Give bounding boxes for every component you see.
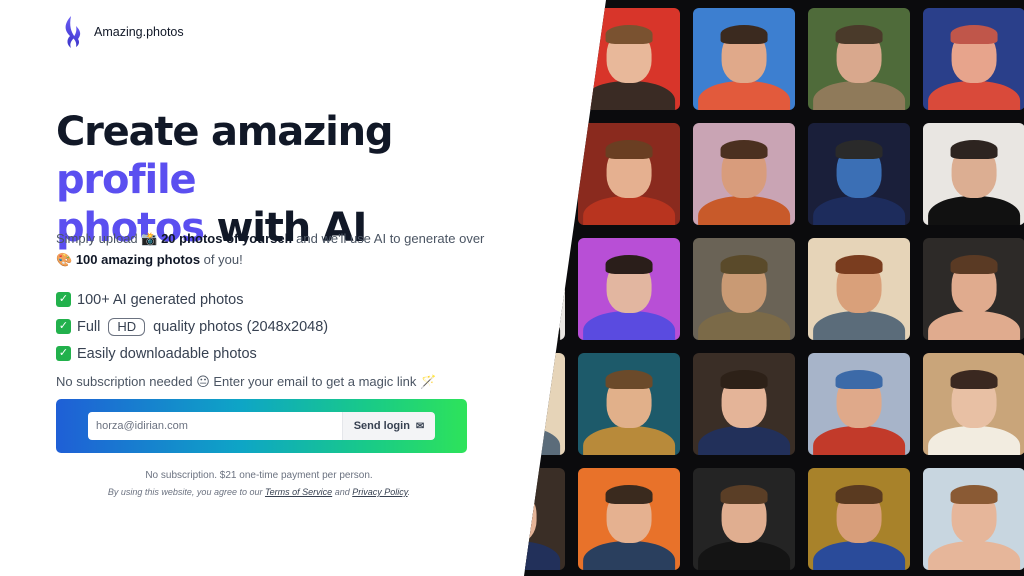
- gallery-photo: [524, 238, 565, 340]
- intro-text-3: 🎨: [56, 251, 76, 267]
- check-mark-icon: ✓: [56, 319, 71, 334]
- flame-icon: [65, 16, 81, 48]
- feature-label: Full: [77, 318, 101, 335]
- gallery-photo: [808, 353, 910, 455]
- feature-label: quality photos (2048x2048): [153, 318, 329, 335]
- mail-icon: ✉: [415, 420, 425, 432]
- feature-list: ✓ 100+ AI generated photos ✓ Full HD qua…: [56, 286, 328, 367]
- headline-text-1: Create amazing: [56, 109, 394, 155]
- legal-text: and: [332, 487, 353, 497]
- terms-link[interactable]: Terms of Service: [265, 487, 332, 497]
- gallery-photo: [808, 123, 910, 225]
- feature-label: 100+ AI generated photos: [77, 291, 244, 308]
- pricing-note: No subscription. $21 one-time payment pe…: [145, 470, 373, 481]
- gallery-photo: [693, 238, 795, 340]
- legal-text: .: [407, 487, 411, 497]
- gallery-photo: [524, 8, 565, 110]
- gallery-photo: [923, 8, 1024, 110]
- privacy-link[interactable]: Privacy Policy: [352, 487, 407, 497]
- hd-badge: HD: [108, 317, 146, 336]
- magic-link-note: No subscription needed 😐 Enter your emai…: [56, 374, 437, 389]
- gallery-photo: [923, 123, 1024, 225]
- gallery-photo: [578, 8, 680, 110]
- gallery-photo: [578, 123, 680, 225]
- gallery-photo: [578, 468, 680, 570]
- intro-bold-2: 100 amazing photos: [75, 251, 201, 267]
- gallery-photo: [693, 123, 795, 225]
- gallery-photo: [923, 238, 1024, 340]
- login-form: Send login ✉: [56, 399, 467, 453]
- gallery-photo: [923, 468, 1024, 570]
- feature-item: ✓ 100+ AI generated photos: [56, 286, 328, 313]
- email-field[interactable]: [88, 412, 342, 440]
- gallery-photo: [578, 353, 680, 455]
- feature-item: ✓ Easily downloadable photos: [56, 340, 328, 367]
- legal-text: By using this website, you agree to our: [107, 487, 265, 497]
- headline-accent-1: profile: [56, 157, 197, 203]
- gallery-photo: [808, 238, 910, 340]
- gallery-photo: [923, 353, 1024, 455]
- intro-text-2: and we'll use AI to generate over: [292, 231, 485, 246]
- gallery-photo: [693, 468, 795, 570]
- gallery-photo: [693, 8, 795, 110]
- intro-paragraph: Simply upload 📸 20 photos of yourself an…: [56, 229, 496, 270]
- intro-text-4: of you!: [200, 251, 243, 267]
- feature-label: Easily downloadable photos: [77, 345, 257, 362]
- gallery-photo: [524, 468, 565, 570]
- intro-text-1: Simply upload 📸: [56, 231, 162, 246]
- send-login-label: Send login: [353, 420, 410, 432]
- photo-gallery: [524, 0, 1024, 576]
- check-mark-icon: ✓: [56, 346, 71, 361]
- gallery-photo: [524, 353, 565, 455]
- gallery-photo: [808, 8, 910, 110]
- gallery-photo: [578, 238, 680, 340]
- send-login-button[interactable]: Send login ✉: [342, 412, 435, 440]
- photo-grid: [524, 8, 1024, 576]
- intro-bold-1: 20 photos of yourself: [161, 231, 293, 246]
- check-mark-icon: ✓: [56, 292, 71, 307]
- gallery-photo: [693, 353, 795, 455]
- legal-note: By using this website, you agree to our …: [56, 487, 462, 497]
- gallery-photo: [808, 468, 910, 570]
- brand-logo[interactable]: Amazing.photos: [62, 14, 184, 50]
- brand-name: Amazing.photos: [94, 25, 184, 39]
- feature-item: ✓ Full HD quality photos (2048x2048): [56, 313, 328, 340]
